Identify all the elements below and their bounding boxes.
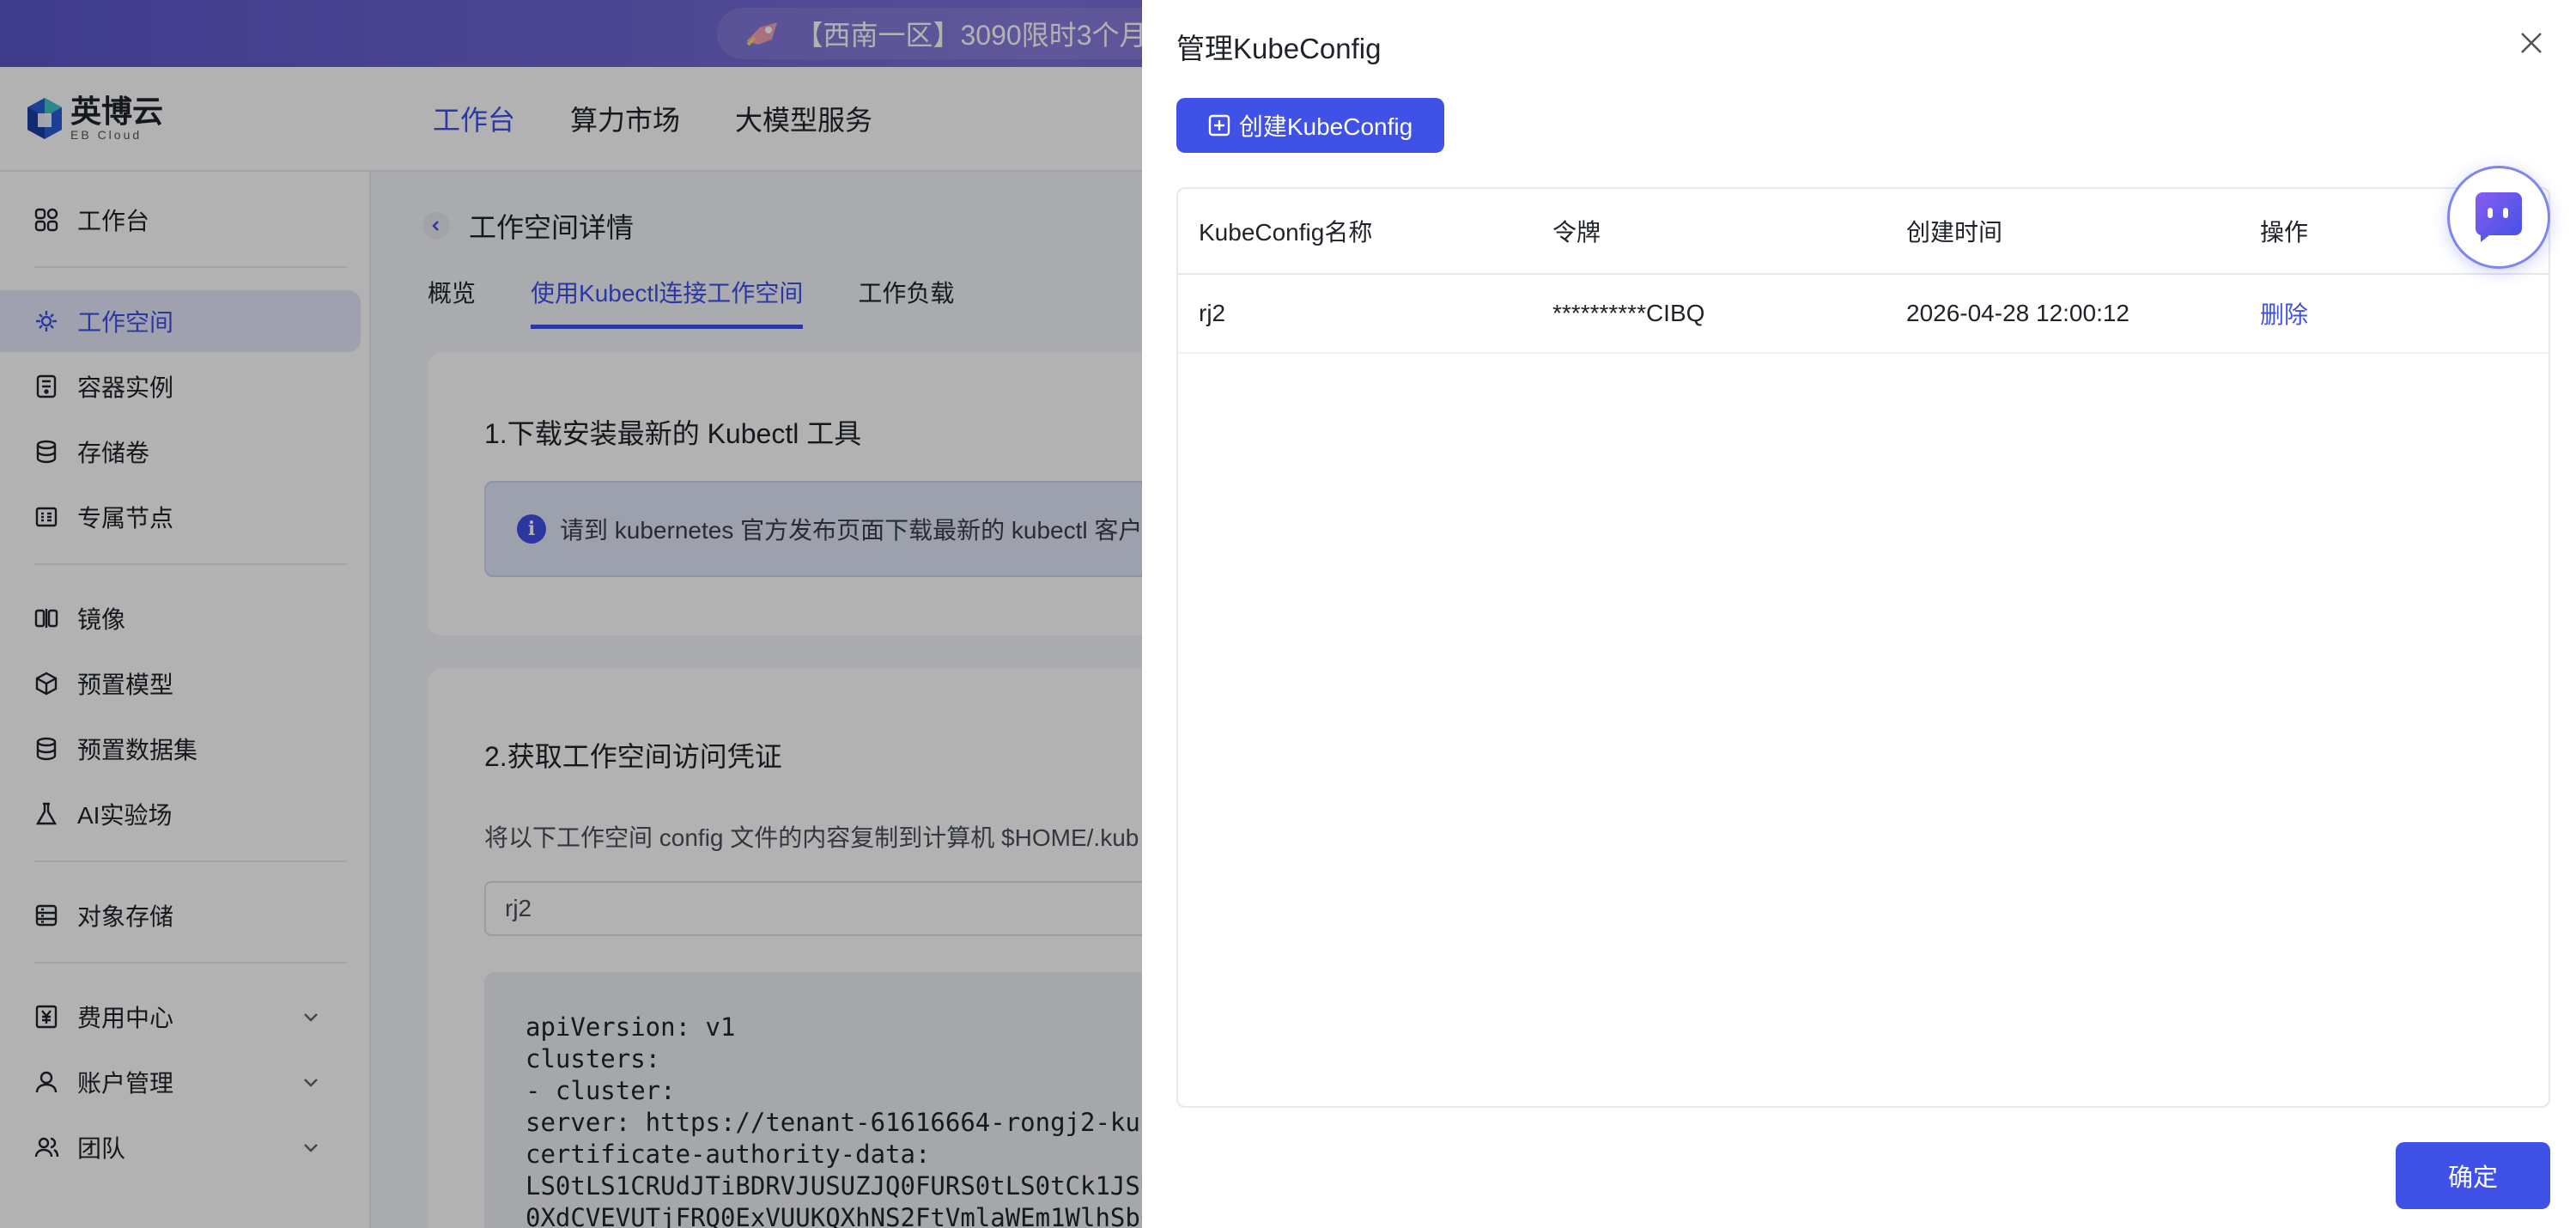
column-header-name: KubeConfig名称 — [1199, 219, 1373, 246]
column-header-actions: 操作 — [2260, 219, 2309, 246]
plus-square-icon — [1208, 114, 1230, 137]
ai-assistant-button[interactable] — [2447, 166, 2550, 269]
create-kubeconfig-button[interactable]: 创建KubeConfig — [1176, 98, 1444, 153]
column-header-created: 创建时间 — [1906, 219, 2003, 246]
kubeconfig-table: KubeConfig名称 令牌 创建时间 操作 rj2 **********CI… — [1176, 187, 2550, 1108]
table-header: KubeConfig名称 令牌 创建时间 操作 — [1178, 189, 2549, 275]
cell-name: rj2 — [1199, 300, 1226, 326]
drawer-title: 管理KubeConfig — [1176, 33, 1382, 64]
confirm-button[interactable]: 确定 — [2396, 1142, 2550, 1209]
table-row: rj2 **********CIBQ 2026-04-28 12:00:12 删… — [1178, 275, 2549, 354]
close-icon[interactable] — [2516, 27, 2547, 58]
manage-kubeconfig-drawer: 管理KubeConfig 创建KubeConfig KubeConfig名称 令… — [1142, 0, 2576, 1228]
modal-overlay[interactable] — [0, 0, 1142, 1228]
column-header-token: 令牌 — [1552, 219, 1601, 246]
cell-created: 2026-04-28 12:00:12 — [1906, 300, 2129, 326]
confirm-label: 确定 — [2447, 1164, 2498, 1192]
create-kubeconfig-label: 创建KubeConfig — [1238, 113, 1413, 140]
robot-icon — [2475, 192, 2522, 242]
cell-token: **********CIBQ — [1552, 300, 1705, 326]
delete-link[interactable]: 删除 — [2260, 275, 2308, 352]
